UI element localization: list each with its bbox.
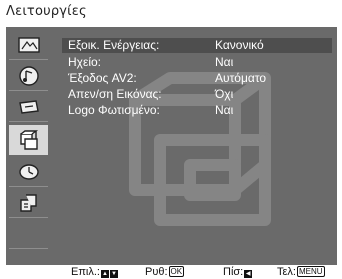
ok-key-icon: OK <box>168 266 185 277</box>
footer-adjust-label: Ρυθ: <box>145 266 168 278</box>
footer-back-label: Πίσ: <box>223 266 244 278</box>
menu-item-power-saving[interactable]: Εξοικ. Ενέργειας: Κανονικό <box>62 38 332 53</box>
picture-icon <box>17 36 40 53</box>
tab-screen[interactable] <box>9 92 48 122</box>
tab-pc[interactable] <box>9 188 48 218</box>
up-arrow-icon: ▲ <box>100 270 109 278</box>
menu-item-label: Ηχείο: <box>68 55 101 69</box>
tab-picture[interactable] <box>9 30 48 60</box>
menu-item-picture-off[interactable]: Απεν/ση Εικόνας: Όχι <box>62 87 332 102</box>
tab-sound[interactable] <box>9 61 48 91</box>
menu-item-label: Απεν/ση Εικόνας: <box>68 87 162 101</box>
menu-item-av2-output[interactable]: Έξοδος AV2: Αυτόματο <box>62 71 332 86</box>
screen-icon <box>18 99 39 114</box>
features-icon <box>19 130 38 150</box>
footer-select-label: Επιλ.: <box>71 266 100 278</box>
menu-item-logo-illumination[interactable]: Logo Φωτισμένο: Ναι <box>62 103 332 118</box>
sidebar <box>6 27 51 265</box>
footer-back-hint: Πίσ: ◀ <box>223 266 253 278</box>
footer-exit-hint: Τελ: MENU <box>277 266 325 278</box>
menu-item-value: Όχι <box>215 87 234 101</box>
menu-item-label: Εξοικ. Ενέργειας: <box>68 38 160 52</box>
menu-item-value: Κανονικό <box>215 38 264 52</box>
footer-hints: Επιλ.: ▲ ▼ Ρυθ: OK Πίσ: ◀ Τελ: MENU <box>0 264 342 279</box>
menu-item-label: Logo Φωτισμένο: <box>68 103 160 117</box>
footer-adjust-hint: Ρυθ: OK <box>145 266 185 278</box>
footer-select-hint: Επιλ.: ▲ ▼ <box>71 266 118 278</box>
tab-features[interactable] <box>9 125 48 155</box>
menu-item-value: Ναι <box>215 55 234 69</box>
tab-empty <box>9 219 48 249</box>
pc-icon <box>19 193 37 212</box>
menu-item-value: Ναι <box>215 103 234 117</box>
sound-icon <box>18 65 39 86</box>
footer-exit-label: Τελ: <box>277 266 296 278</box>
menu-item-value: Αυτόματο <box>215 71 267 85</box>
down-arrow-icon: ▼ <box>109 270 118 278</box>
tv-menu-screen: Λειτουργίες Εξοικ. Ενέργειας: Κανονικό Η… <box>0 0 342 279</box>
menu-item-speaker[interactable]: Ηχείο: Ναι <box>62 55 332 70</box>
setup-icon <box>18 163 39 180</box>
tab-setup[interactable] <box>9 157 48 187</box>
menu-key-icon: MENU <box>296 266 325 277</box>
menu-title: Λειτουργίες <box>6 4 87 19</box>
left-arrow-icon: ◀ <box>244 270 253 278</box>
menu-item-label: Έξοδος AV2: <box>68 71 137 85</box>
